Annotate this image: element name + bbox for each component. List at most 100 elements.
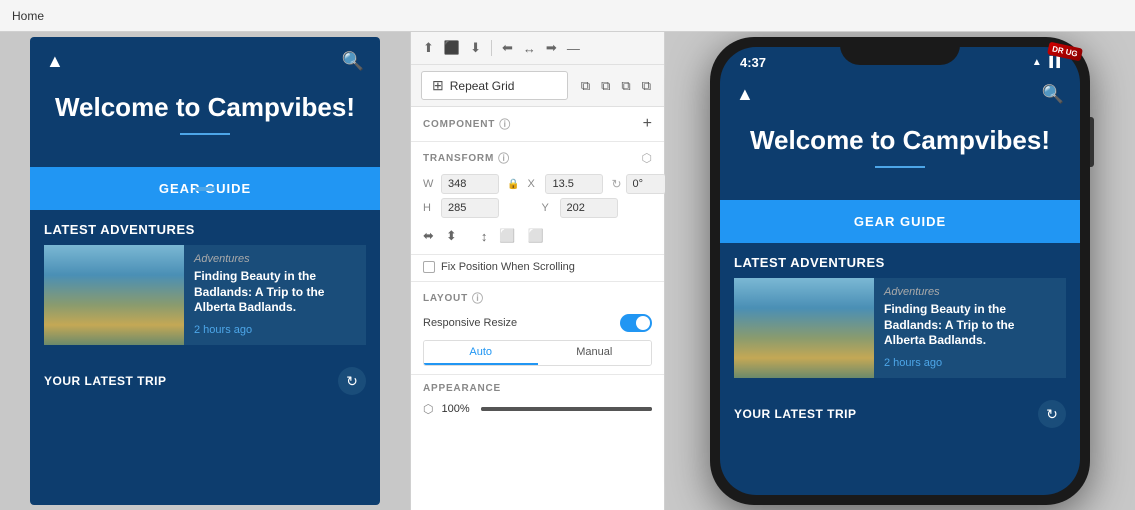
transform-wx-row: W 🔒 X ↻ [423,174,652,194]
repeat-grid-label: Repeat Grid [450,79,515,93]
search-icon-right: 🔍 [1042,84,1064,105]
hero-title-right: Welcome to Campvibes! [744,125,1056,156]
logo-icon-right: ▲ [736,84,754,105]
layout-section: LAYOUT ⓘ Responsive Resize Auto Manual [411,282,664,375]
your-trip-icon-right: ↻ [1038,400,1066,428]
rotation-input[interactable] [626,174,666,194]
x-label: X [527,178,541,190]
transform-3d-icon[interactable]: ⬡ [642,151,652,165]
phone-notch [840,37,960,65]
lock-icon[interactable]: 🔒 [507,179,519,190]
layout-header: LAYOUT ⓘ [423,290,652,306]
width-input[interactable] [441,174,499,194]
adventure-headline-left: Finding Beauty in the Badlands: A Trip t… [194,269,356,316]
phone-mockup: DR UG 4:37 ▲ ▐▐ ▲ 🔍 Welcome to Cam [710,37,1090,505]
height-input[interactable] [441,198,499,218]
y-input[interactable] [560,198,618,218]
adventure-card-right: Adventures Finding Beauty in the Badland… [734,278,1066,378]
breadcrumb: Home [12,9,44,23]
flip-v-icon[interactable]: ⬍ [446,228,457,244]
responsive-icon[interactable]: ⬜ [528,228,544,244]
phone-screen: 4:37 ▲ ▐▐ ▲ 🔍 Welcome to Campvibes! [720,47,1080,495]
toolbar-align-row: ⬆ ⬛ ⬇ ⬅ ↔ ➡ — [411,32,664,65]
align-left-icon[interactable]: ⬅ [500,38,515,58]
adventure-text-left: Adventures Finding Beauty in the Badland… [184,245,366,345]
phone-header-left: ▲ 🔍 [30,37,380,82]
transform-header: TRANSFORM ⓘ ⬡ [423,150,652,166]
adventure-time-right: 2 hours ago [884,357,1056,369]
left-panel: ▲ 🔍 Welcome to Campvibes! GEAR GUIDE LAT… [0,32,410,510]
align-v-center-icon[interactable]: ⬜ [499,228,515,244]
distribute-icon[interactable]: — [565,39,582,58]
opacity-icon: ⬡ [423,402,433,416]
your-trip-bar-right: YOUR LATEST TRIP ↻ [720,388,1080,440]
x-input[interactable] [545,174,603,194]
component-add-icon[interactable]: + [643,115,652,133]
align-bottom-icon[interactable]: ⬇ [468,38,483,58]
transform-icons-row: ⬌ ⬍ ↕ ⬜ ⬜ [423,222,652,246]
hero-section-right: Welcome to Campvibes! [720,115,1080,200]
opacity-slider[interactable] [481,407,652,411]
your-trip-bar-left: YOUR LATEST TRIP ↻ [30,355,380,407]
hero-title-left: Welcome to Campvibes! [54,92,356,123]
toolbar-divider-1 [491,40,492,56]
your-trip-icon-left: ↻ [338,367,366,395]
copy-icon-2[interactable]: ⧉ [598,76,613,96]
rotate-icon[interactable]: ↻ [611,177,621,191]
main-content: ▲ 🔍 Welcome to Campvibes! GEAR GUIDE LAT… [0,32,1135,510]
align-right-icon[interactable]: ➡ [544,38,559,58]
copy-icon-3[interactable]: ⧉ [618,76,633,96]
section-title-left: LATEST ADVENTURES [30,210,380,245]
adventure-image-right [734,278,874,378]
copy-icon-1[interactable]: ⧉ [578,76,593,96]
height-label: H [423,202,437,214]
layout-label: LAYOUT ⓘ [423,290,484,306]
responsive-toggle[interactable] [620,314,652,332]
adventure-card-left: Adventures Finding Beauty in the Badland… [44,245,366,345]
hero-section-left: Welcome to Campvibes! [30,82,380,167]
constrain-icon[interactable]: ↕ [481,229,488,244]
opacity-value: 100% [441,403,473,415]
responsive-resize-label: Responsive Resize [423,317,517,329]
transform-section: TRANSFORM ⓘ ⬡ W 🔒 X ↻ [411,142,664,255]
cta-label-right: GEAR GUIDE [854,214,946,229]
manual-option[interactable]: Manual [538,341,652,365]
width-field: W [423,174,499,194]
resize-options: Auto Manual [423,340,652,366]
section-title-right: LATEST ADVENTURES [720,243,1080,278]
adventure-category-right: Adventures [884,286,1056,298]
align-top-icon[interactable]: ⬆ [421,38,436,58]
search-icon-left: 🔍 [342,51,364,72]
transform-label: TRANSFORM ⓘ [423,150,510,166]
opacity-slider-fill [481,407,652,411]
fix-position-label: Fix Position When Scrolling [441,261,575,273]
phone-header-right: ▲ 🔍 [720,70,1080,115]
align-center-h-icon[interactable]: ↔ [521,39,538,58]
responsive-resize-row: Responsive Resize [423,314,652,332]
component-row: COMPONENT ⓘ + [411,107,664,142]
middle-panel: ⬆ ⬛ ⬇ ⬅ ↔ ➡ — ⊞ Repeat Grid ⧉ ⧉ ⧉ ⧉ [410,32,665,510]
wifi-icon: ▲ [1032,57,1042,68]
adventure-image-left [44,245,184,345]
cta-button-left[interactable]: GEAR GUIDE [30,167,380,210]
cta-button-right[interactable]: GEAR GUIDE [720,200,1080,243]
fix-position-checkbox[interactable] [423,261,435,273]
copy-icon-4[interactable]: ⧉ [639,76,654,96]
toolbar-second-row: ⊞ Repeat Grid ⧉ ⧉ ⧉ ⧉ [411,65,664,107]
opacity-row: ⬡ 100% [423,402,652,416]
logo-icon-left: ▲ [46,51,64,72]
auto-option[interactable]: Auto [424,341,538,365]
transform-info-icon: ⓘ [498,150,510,166]
align-middle-v-icon[interactable]: ⬛ [442,38,462,58]
x-field: X [527,174,603,194]
repeat-grid-button[interactable]: ⊞ Repeat Grid [421,71,568,100]
your-trip-label-right: YOUR LATEST TRIP [734,407,856,421]
right-panel: DR UG 4:37 ▲ ▐▐ ▲ 🔍 Welcome to Cam [665,32,1135,510]
width-label: W [423,178,437,190]
adventure-time-left: 2 hours ago [194,324,356,336]
flip-h-icon[interactable]: ⬌ [423,228,434,244]
component-info-icon: ⓘ [499,116,511,132]
adventure-category-left: Adventures [194,253,356,265]
your-trip-label-left: YOUR LATEST TRIP [44,374,166,388]
y-label: Y [542,202,556,214]
